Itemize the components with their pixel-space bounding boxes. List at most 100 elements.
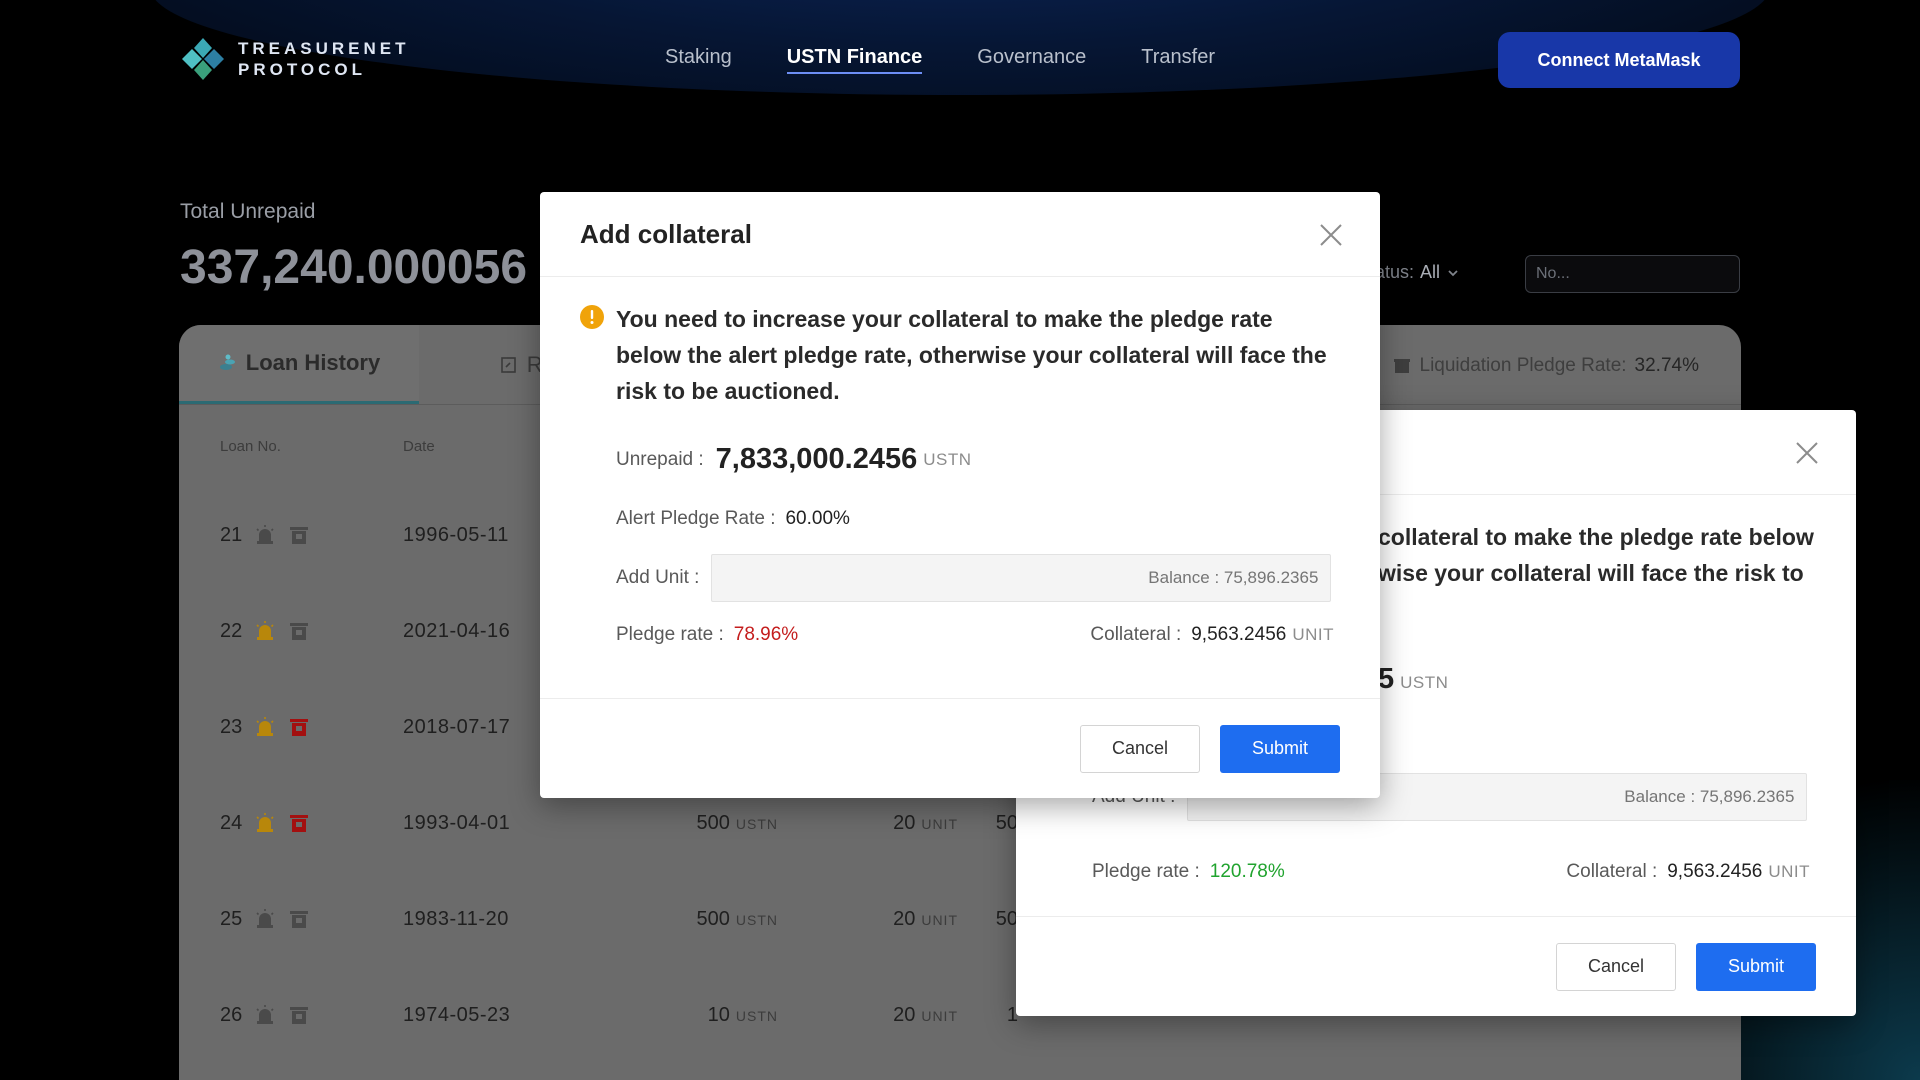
loan-collateral: 20 bbox=[893, 907, 916, 930]
alert-pledge-rate-row: Alert Pledge Rate : 60.00% bbox=[616, 508, 1340, 530]
loan-date: 1983-11-20 bbox=[403, 907, 509, 930]
alarm-icon[interactable] bbox=[254, 620, 276, 642]
loan-amount: 10 bbox=[707, 1003, 730, 1026]
repay-icon bbox=[500, 356, 516, 373]
pledge-rate-row: Pledge rate : 78.96% Collateral : 9,563.24… bbox=[616, 624, 1334, 646]
trash-icon[interactable] bbox=[288, 908, 310, 930]
tab-loan-history[interactable]: Loan History bbox=[179, 325, 419, 404]
alarm-icon[interactable] bbox=[254, 812, 276, 834]
add-unit-label: Add Unit : bbox=[616, 567, 700, 588]
pledge-rate-label: Pledge rate : bbox=[616, 624, 724, 645]
loan-no: 26 bbox=[220, 1003, 243, 1026]
loan-date: 1993-04-01 bbox=[403, 811, 511, 834]
modal-warning-text: You need to increase your collateral to … bbox=[616, 306, 1327, 404]
modal-warning-text: collateral to make the pledge rate below… bbox=[1378, 524, 1814, 586]
trash-icon[interactable] bbox=[288, 716, 310, 738]
loan-collateral: 20 bbox=[893, 1003, 916, 1026]
modal-title: Add collateral bbox=[580, 218, 752, 249]
alarm-icon[interactable] bbox=[254, 716, 276, 738]
status-filter[interactable]: atus: All bbox=[1375, 262, 1460, 283]
loan-collateral-cell: 20 UNIT bbox=[778, 908, 958, 931]
loan-no: 23 bbox=[220, 715, 243, 738]
alarm-icon[interactable] bbox=[254, 908, 276, 930]
loan-amount-cell: 500 USTN bbox=[628, 812, 778, 835]
unrepaid-value: 5 bbox=[1378, 663, 1395, 695]
cancel-button[interactable]: Cancel bbox=[1080, 724, 1200, 773]
status-filter-value: All bbox=[1420, 262, 1441, 282]
logo-icon bbox=[182, 38, 224, 80]
total-unrepaid-label: Total Unrepaid bbox=[180, 200, 316, 223]
trash-icon[interactable] bbox=[288, 812, 310, 834]
loan-collateral: 20 bbox=[893, 811, 916, 834]
modal-footer: Cancel Submit bbox=[540, 698, 1380, 798]
pledge-rate-value: 78.96% bbox=[733, 624, 799, 645]
tab-loan-history-label: Loan History bbox=[245, 350, 381, 375]
modal-header: Add collateral bbox=[540, 192, 1380, 277]
unrepaid-label: Unrepaid : bbox=[616, 448, 704, 470]
chevron-down-icon bbox=[1448, 269, 1458, 276]
close-icon[interactable] bbox=[1794, 440, 1820, 466]
trash-icon[interactable] bbox=[288, 524, 310, 546]
close-icon[interactable] bbox=[1318, 222, 1344, 248]
column-date: Date bbox=[403, 437, 435, 455]
search-input[interactable] bbox=[1536, 265, 1743, 283]
alert-pledge-rate-label: Alert Pledge Rate : bbox=[616, 508, 776, 529]
liquidation-value: 32.74% bbox=[1634, 355, 1699, 376]
total-unrepaid-value: 337,240.000056 bbox=[180, 241, 528, 294]
loan-no-cell: 23 bbox=[220, 716, 403, 739]
loan-date: 1974-05-23 bbox=[403, 1003, 511, 1026]
unrepaid-row: Unrepaid : 7,833,000.2456 USTN bbox=[616, 443, 1340, 476]
loan-amount-cell: 500 USTN bbox=[628, 908, 778, 931]
unrepaid-row: 5 USTN bbox=[1378, 663, 1448, 696]
loan-tail-value: 50 bbox=[995, 811, 1018, 834]
collateral-value: 9,563.2456 bbox=[1191, 624, 1287, 645]
logo[interactable]: TREASURENET PROTOCOL bbox=[180, 36, 410, 82]
logo-line1: TREASURENET bbox=[238, 39, 410, 58]
add-collateral-modal: Add collateral You need to increase your… bbox=[540, 192, 1380, 798]
modal-footer: Cancel Submit bbox=[1016, 916, 1856, 1016]
nav-governance[interactable]: Governance bbox=[977, 46, 1086, 74]
alarm-icon[interactable] bbox=[254, 1004, 276, 1026]
loan-amount-unit: USTN bbox=[735, 911, 778, 928]
loan-no-cell: 26 bbox=[220, 1004, 403, 1027]
loan-amount-unit: USTN bbox=[735, 815, 778, 832]
add-unit-field bbox=[711, 554, 1332, 602]
unrepaid-value: 7,833,000.2456 bbox=[715, 443, 918, 475]
collateral-unit: UNIT bbox=[1292, 625, 1334, 644]
coins-icon bbox=[219, 354, 235, 370]
nav-transfer[interactable]: Transfer bbox=[1141, 46, 1215, 74]
submit-button[interactable]: Submit bbox=[1220, 724, 1340, 773]
box-icon bbox=[1393, 359, 1410, 373]
loan-tail-value: 50 bbox=[995, 907, 1018, 930]
liquidation-label: Liquidation Pledge Rate: bbox=[1419, 355, 1627, 376]
loan-no: 22 bbox=[220, 619, 243, 642]
loan-amount: 500 bbox=[696, 811, 730, 834]
add-unit-input[interactable] bbox=[712, 555, 1319, 601]
trash-icon[interactable] bbox=[288, 1004, 310, 1026]
connect-metamask-button[interactable]: Connect MetaMask bbox=[1498, 32, 1740, 88]
loan-collateral-cell: 20 UNIT bbox=[778, 1004, 958, 1027]
add-unit-row: Add Unit : bbox=[616, 554, 1340, 602]
loan-search bbox=[1525, 255, 1743, 293]
pledge-rate-label: Pledge rate : bbox=[1092, 861, 1200, 882]
warning-icon bbox=[580, 305, 604, 329]
modal-warning: You need to increase your collateral to … bbox=[580, 301, 1340, 409]
loan-collateral-cell: 20 UNIT bbox=[778, 812, 958, 835]
submit-button[interactable]: Submit bbox=[1696, 942, 1816, 991]
collateral-label: Collateral : bbox=[1566, 861, 1658, 882]
loan-tail-value: 1 bbox=[1006, 1003, 1018, 1026]
logo-line2: PROTOCOL bbox=[238, 60, 367, 79]
loan-collateral-unit: UNIT bbox=[921, 911, 958, 928]
collateral-label: Collateral : bbox=[1090, 624, 1182, 645]
cancel-button[interactable]: Cancel bbox=[1556, 942, 1676, 991]
main-nav: Staking USTN Finance Governance Transfer bbox=[665, 46, 1215, 74]
nav-staking[interactable]: Staking bbox=[665, 46, 732, 74]
pledge-rate-value: 120.78% bbox=[1209, 861, 1285, 882]
loan-amount-cell: 10 USTN bbox=[628, 1004, 778, 1027]
loan-no: 25 bbox=[220, 907, 243, 930]
loan-no: 21 bbox=[220, 523, 243, 546]
loan-amount-unit: USTN bbox=[735, 1007, 778, 1024]
alarm-icon[interactable] bbox=[254, 524, 276, 546]
trash-icon[interactable] bbox=[288, 620, 310, 642]
nav-ustn-finance[interactable]: USTN Finance bbox=[786, 46, 923, 74]
